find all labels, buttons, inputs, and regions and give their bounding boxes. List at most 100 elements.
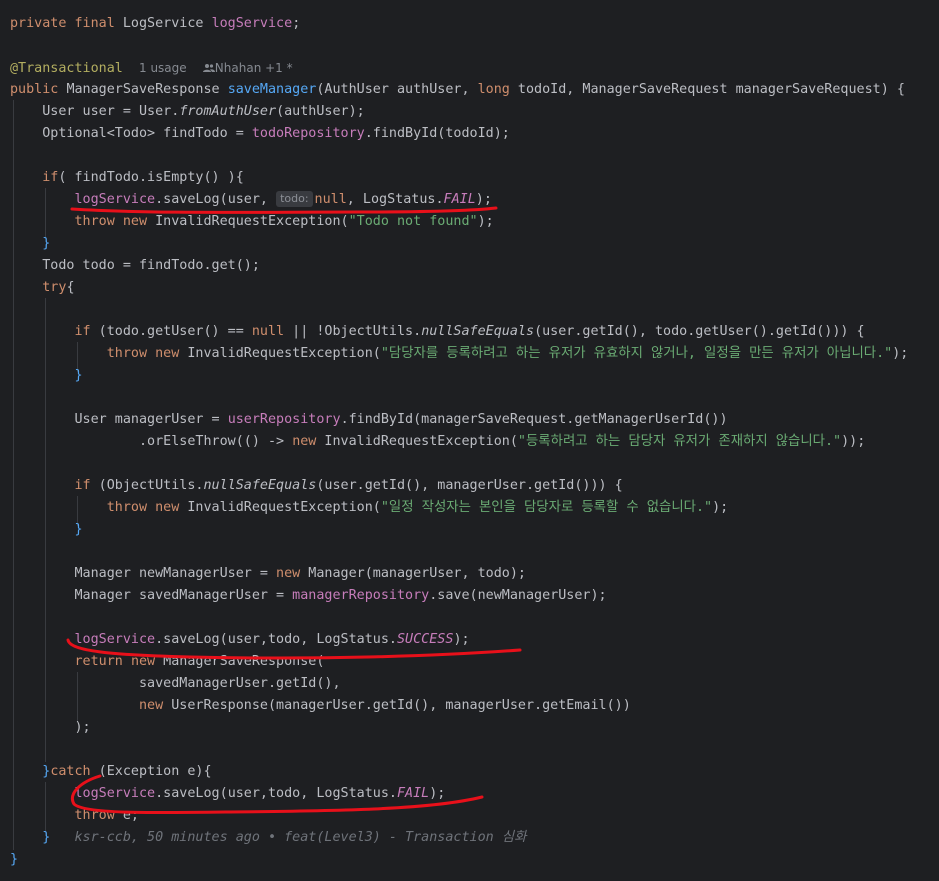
string-literal: "일정 작성자는 본인을 담당자로 등록할 수 없습니다."	[380, 500, 713, 515]
string-literal: "등록하려고 하는 담당자 유저가 존재하지 않습니다."	[517, 434, 842, 449]
code-line-manager-user[interactable]: User managerUser = userRepository.findBy…	[10, 409, 728, 431]
code-text: );	[712, 500, 729, 515]
git-blame-annotation[interactable]: ksr-ccb, 50 minutes ago • feat(Level3) -…	[75, 830, 527, 845]
kw-new: new	[155, 500, 180, 515]
code-line-throw-e[interactable]: throw e;	[10, 805, 140, 827]
string-literal: "Todo not found"	[348, 214, 478, 229]
code-line-catch[interactable]: }catch (Exception e){	[10, 761, 212, 783]
code-line-user-response[interactable]: new UserResponse(managerUser.getId(), ma…	[10, 695, 631, 717]
code-text: Manager newManagerUser =	[74, 566, 277, 581]
code-text: );	[892, 346, 909, 361]
code-text: User managerUser =	[74, 412, 228, 427]
method-nullsafeequals: nullSafeEquals	[421, 324, 535, 339]
code-line-return[interactable]: return new ManagerSaveResponse(	[10, 651, 325, 673]
code-text: user,todo, LogStatus.	[227, 632, 397, 647]
kw-return: return	[74, 654, 123, 669]
field-logservice: logService	[211, 16, 293, 31]
kw-final: final	[74, 16, 115, 31]
code-line-close-paren[interactable]: );	[10, 717, 91, 739]
kw-public: public	[10, 82, 59, 97]
kw-if: if	[74, 324, 91, 339]
code-text: .findById(managerSaveRequest.getManagerU…	[340, 412, 728, 427]
type-logservice: LogService	[122, 16, 204, 31]
brace-close: }	[42, 830, 51, 845]
code-line-new-manager[interactable]: Manager newManagerUser = new Manager(man…	[10, 563, 526, 585]
code-text: (Exception e){	[90, 764, 212, 779]
code-line-throw-self[interactable]: throw new InvalidRequestException("일정 작성…	[10, 497, 729, 519]
code-text: (user.getId(), todo.getUser().getId())) …	[534, 324, 865, 339]
brace-close: }	[74, 522, 83, 537]
code-line-or-else-throw[interactable]: .orElseThrow(() -> new InvalidRequestExc…	[10, 431, 865, 453]
code-text: e;	[114, 808, 139, 823]
kw-private: private	[10, 16, 67, 31]
code-line-if-self[interactable]: if (ObjectUtils.nullSafeEquals(user.getI…	[10, 475, 623, 497]
code-line-saved-id[interactable]: savedManagerUser.getId(),	[10, 673, 341, 695]
code-text: ManagerSaveResponse(	[155, 654, 325, 669]
kw-null: null	[251, 324, 285, 339]
kw-new: new	[139, 698, 164, 713]
kw-throw: throw	[74, 808, 115, 823]
code-line-savelog-fail-1[interactable]: logService.saveLog(user, todo: null, LogS…	[10, 189, 492, 211]
code-text: Manager savedManagerUser =	[74, 588, 293, 603]
code-text: InvalidRequestException(	[316, 434, 518, 449]
kw-new: new	[122, 214, 148, 229]
code-text: .orElseThrow(() ->	[139, 434, 293, 449]
code-line-brace[interactable]: }	[10, 365, 83, 387]
field-logservice: logService	[74, 192, 156, 207]
enum-fail: FAIL	[443, 192, 476, 207]
code-text: InvalidRequestException(	[147, 214, 349, 229]
code-text: );	[477, 214, 494, 229]
code-line-findtodo[interactable]: Optional<Todo> findTodo = todoRepository…	[10, 123, 510, 145]
code-line-throw-not-found[interactable]: throw new InvalidRequestException("Todo …	[10, 211, 494, 233]
code-text: );	[429, 786, 446, 801]
code-text: user,	[227, 192, 277, 207]
code-line-try[interactable]: try{	[10, 277, 75, 299]
code-line-if-empty[interactable]: if( findTodo.isEmpty() ){	[10, 167, 244, 189]
code-text: );	[74, 720, 91, 735]
code-text: .saveLog(	[155, 786, 228, 801]
kw-new: new	[292, 434, 317, 449]
code-line-if-user[interactable]: if (todo.getUser() == null || !ObjectUti…	[10, 321, 865, 343]
code-text: UserResponse(managerUser.getId(), manage…	[163, 698, 631, 713]
code-line-brace[interactable]: }	[10, 233, 50, 255]
code-line-brace[interactable]: }	[10, 519, 83, 541]
kw-new: new	[155, 346, 180, 361]
annotation-transactional: @Transactional	[10, 61, 123, 76]
code-text: );	[475, 192, 492, 207]
sig-params: (AuthUser authUser,	[316, 82, 478, 97]
code-text: );	[453, 632, 470, 647]
field-managerrepository: managerRepository	[292, 588, 430, 603]
code-text: user,todo, LogStatus.	[227, 786, 397, 801]
code-text: Manager(managerUser, todo);	[300, 566, 526, 581]
method-savemanager: saveManager	[227, 82, 317, 97]
code-text: InvalidRequestException(	[179, 500, 381, 515]
code-text: .saveLog(	[155, 632, 228, 647]
kw-long: long	[477, 82, 510, 97]
field-todorepository: todoRepository	[251, 126, 365, 141]
kw-throw: throw	[74, 214, 115, 229]
code-text: User user = User.	[42, 104, 180, 119]
code-line-brace-final[interactable]: }	[10, 849, 18, 871]
kw-throw: throw	[106, 346, 148, 361]
code-line-todo-get[interactable]: Todo todo = findTodo.get();	[10, 255, 260, 277]
code-line-savelog-fail-2[interactable]: logService.saveLog(user,todo, LogStatus.…	[10, 783, 446, 805]
code-text: savedManagerUser.getId(),	[139, 676, 341, 691]
code-line-field[interactable]: private final LogService logService;	[10, 13, 300, 35]
code-text: (user.getId(), managerUser.getId())) {	[316, 478, 623, 493]
code-line-annotation[interactable]: @Transactional 1 usage Nhahan +1 *	[10, 57, 293, 79]
code-line-saved-manager[interactable]: Manager savedManagerUser = managerReposi…	[10, 585, 607, 607]
brace-open: {	[66, 280, 75, 295]
code-line-user[interactable]: User user = User.fromAuthUser(authUser);	[10, 101, 365, 123]
code-line-throw-manager[interactable]: throw new InvalidRequestException("담당자를 …	[10, 343, 909, 365]
code-line-signature[interactable]: public ManagerSaveResponse saveManager(A…	[10, 79, 905, 101]
code-editor[interactable]: private final LogService logService; @Tr…	[0, 0, 939, 881]
enum-fail: FAIL	[397, 786, 430, 801]
return-type: ManagerSaveResponse	[66, 82, 220, 97]
code-line-brace-blame[interactable]: } ksr-ccb, 50 minutes ago • feat(Level3)…	[10, 827, 526, 849]
usage-hint[interactable]: 1 usage	[139, 61, 187, 75]
field-logservice: logService	[74, 632, 156, 647]
code-line-savelog-success[interactable]: logService.saveLog(user,todo, LogStatus.…	[10, 629, 470, 651]
code-text: Todo todo = findTodo.get();	[42, 258, 260, 273]
kw-new: new	[276, 566, 301, 581]
author-hint[interactable]: Nhahan +1 *	[215, 61, 293, 75]
